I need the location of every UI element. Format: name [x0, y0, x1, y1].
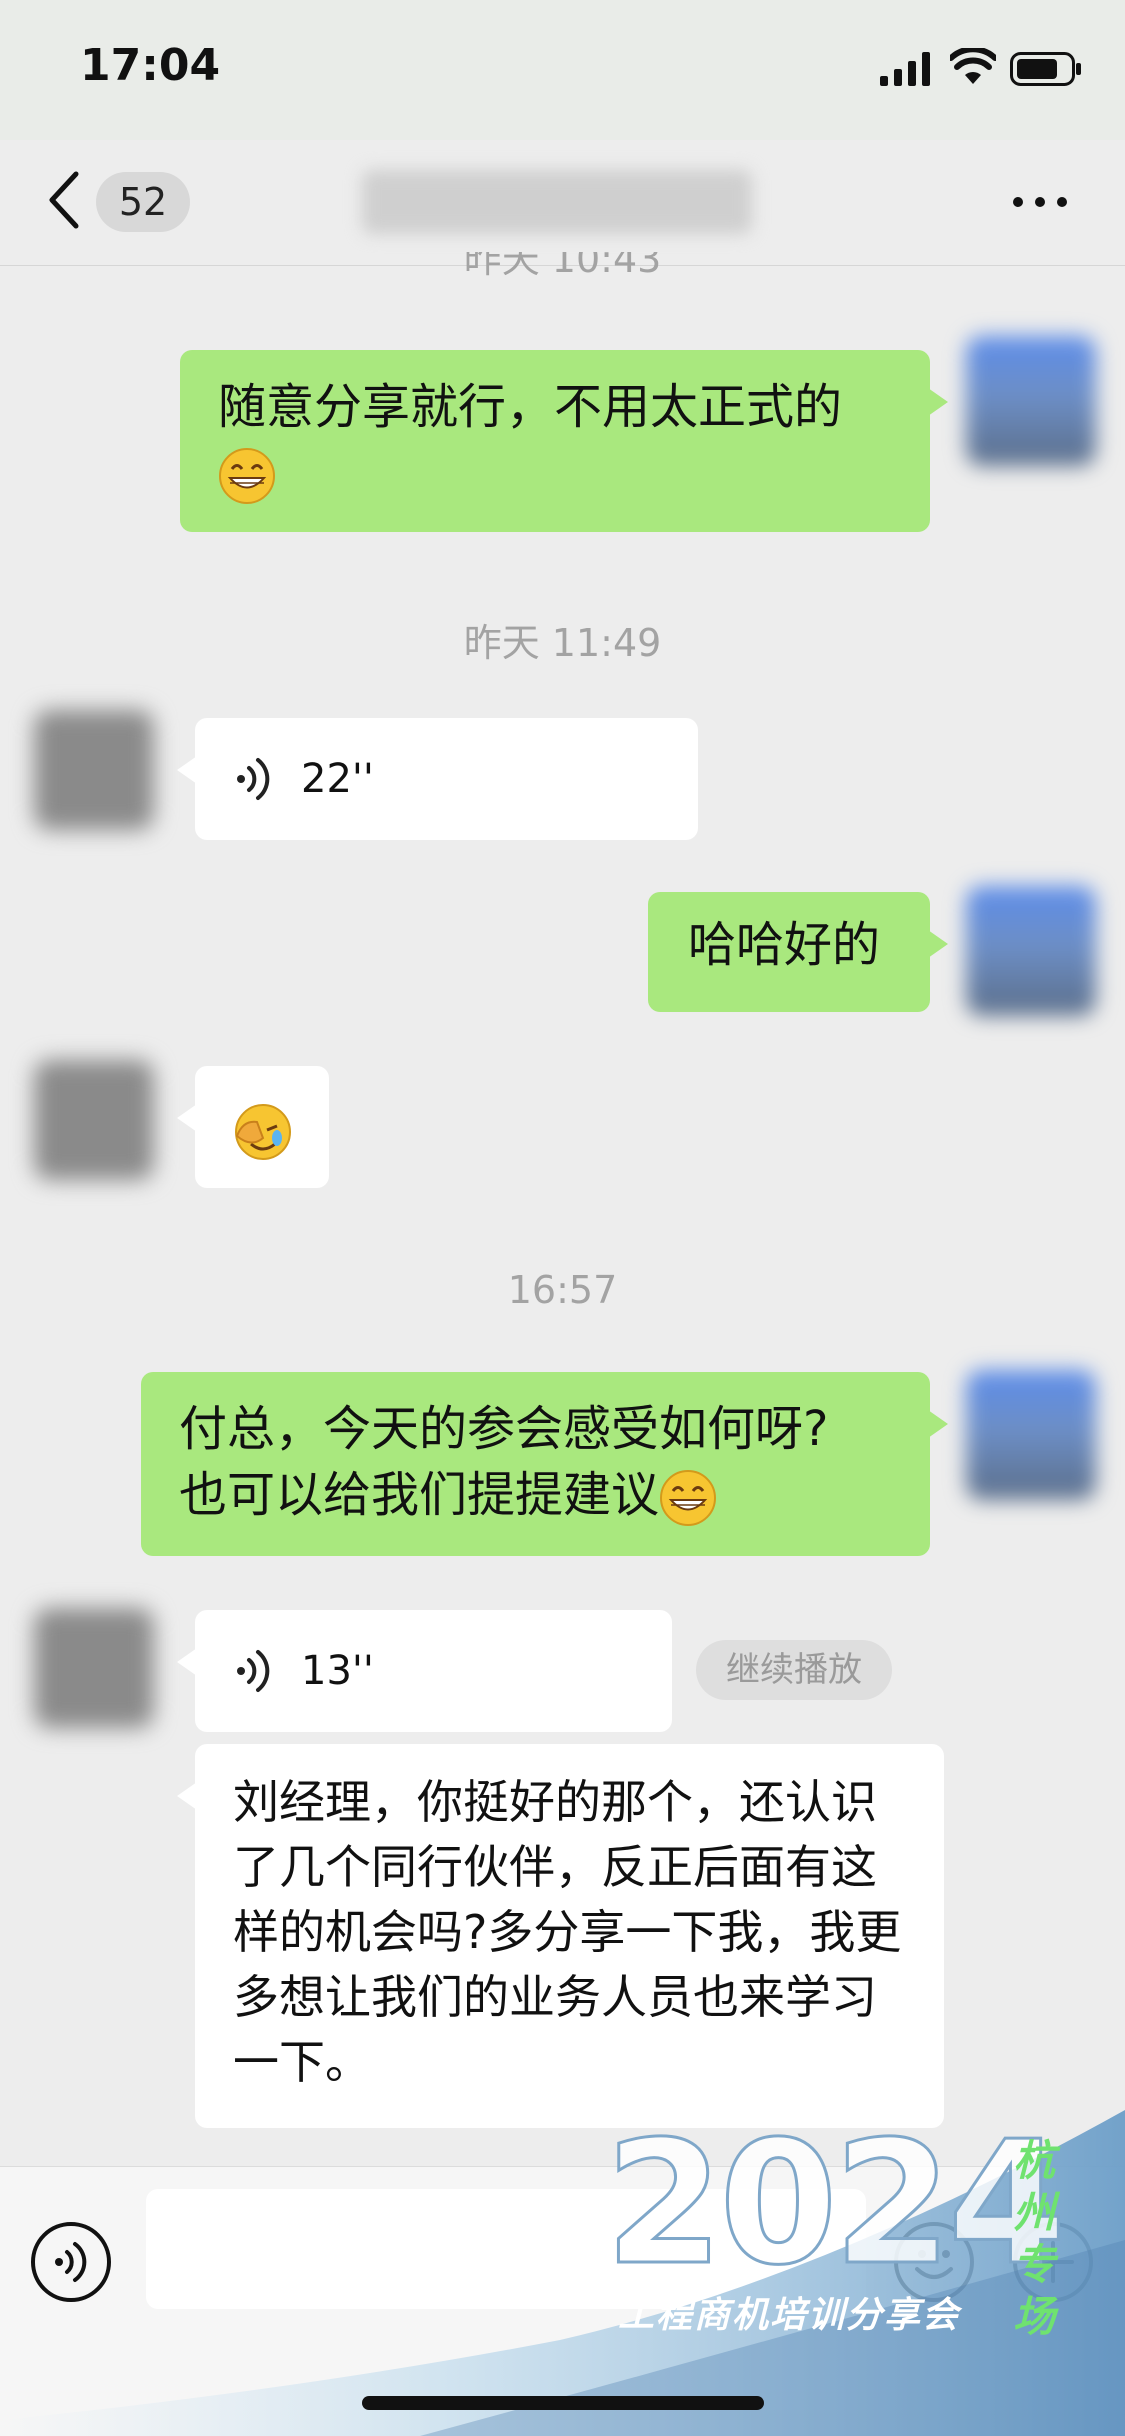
battery-icon — [1010, 52, 1081, 86]
cellular-signal-icon — [880, 52, 930, 86]
status-bar: 17:04 — [0, 0, 1125, 140]
voice-input-icon[interactable] — [30, 2221, 112, 2303]
message-text: 哈哈好的 — [688, 917, 881, 973]
message-text-line2: 也可以给我们提提建议 — [179, 1467, 660, 1523]
message-text-line1: 付总，今天的参会感受如何呀? — [179, 1401, 829, 1457]
grinning-emoji-icon — [660, 1470, 717, 1526]
voice-duration: 13'' — [301, 1648, 374, 1694]
avatar-self[interactable] — [966, 886, 1096, 1016]
message-bubble-self[interactable]: 哈哈好的 — [648, 892, 948, 1012]
avatar-self[interactable] — [966, 1370, 1096, 1500]
emoji-message-bubble[interactable] — [177, 1066, 329, 1188]
message-bubble-self[interactable]: 付总，今天的参会感受如何呀? 也可以给我们提提建议 — [141, 1372, 948, 1556]
chat-header: 52 — [0, 140, 1125, 266]
avatar-other[interactable] — [34, 1060, 154, 1180]
unread-count-badge[interactable]: 52 — [96, 172, 190, 232]
home-indicator[interactable] — [362, 2396, 764, 2410]
avatar-other[interactable] — [34, 1608, 154, 1728]
watermark-city: 杭州专场 — [1013, 2136, 1056, 2341]
voice-transcript-bubble[interactable]: 刘经理，你挺好的那个，还认识了几个同行伙伴，反正后面有这样的机会吗?多分享一下我… — [177, 1744, 944, 2128]
status-time: 17:04 — [80, 40, 221, 91]
continue-playing-button[interactable]: 继续播放 — [696, 1640, 892, 1700]
avatar-other[interactable] — [34, 710, 154, 830]
voice-message-bubble[interactable]: 22'' — [177, 718, 698, 840]
message-bubble-self[interactable]: 随意分享就行，不用太正式的 — [180, 350, 948, 532]
voice-wave-icon — [237, 758, 270, 800]
more-options-icon[interactable] — [1010, 182, 1070, 222]
timestamp-text: 昨天 10:43 — [463, 252, 662, 281]
wifi-icon — [950, 48, 996, 84]
grinning-emoji-icon — [219, 448, 275, 504]
voice-wave-icon — [237, 1650, 270, 1692]
voice-message-bubble[interactable]: 13'' — [177, 1610, 672, 1732]
watermark-subtitle: 工程商机培训分享会 — [618, 2295, 961, 2336]
timestamp: 昨天 11:49 — [463, 621, 662, 665]
timestamp: 16:57 — [507, 1268, 618, 1312]
watermark-year: 2024 — [603, 2104, 1067, 2305]
message-text: 随意分享就行，不用太正式的 — [218, 379, 843, 435]
timestamp: 昨天 10:43 — [0, 252, 1125, 286]
facepalm-emoji-icon — [235, 1104, 291, 1160]
transcript-text: 刘经理，你挺好的那个，还认识了几个同行伙伴，反正后面有这样的机会吗?多分享一下我… — [233, 1775, 902, 2089]
voice-duration: 22'' — [301, 756, 374, 802]
back-icon[interactable] — [44, 168, 84, 232]
chat-title-redacted — [362, 170, 752, 234]
avatar-self[interactable] — [966, 336, 1096, 466]
